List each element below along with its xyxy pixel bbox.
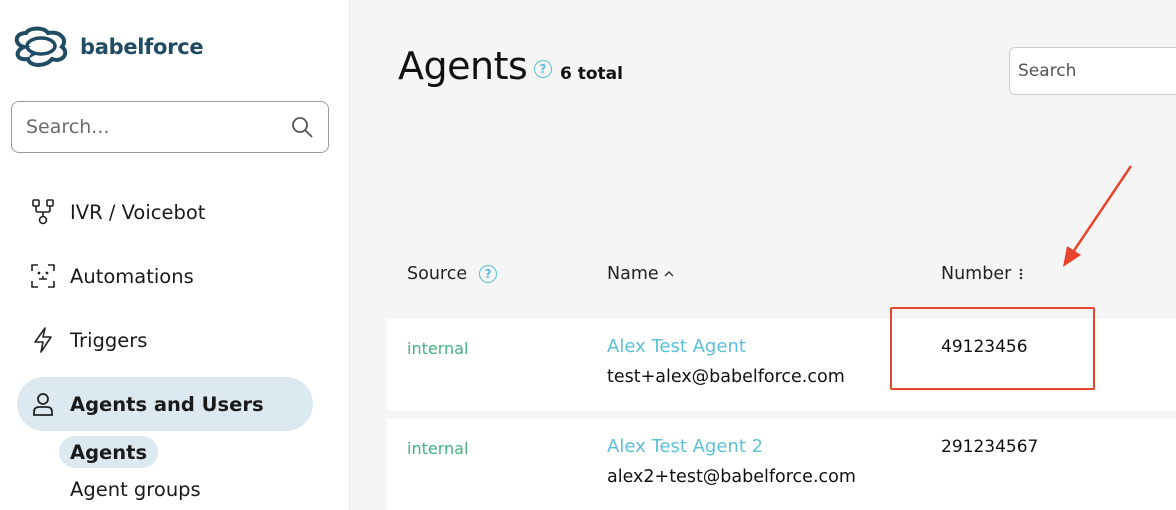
column-header-label: Source (407, 264, 468, 284)
row-agent-email: alex2+test@babelforce.com (607, 467, 856, 487)
sidebar-item-agents-and-users[interactable]: Agents and Users (17, 377, 313, 431)
babelforce-logo-icon (14, 26, 68, 67)
row-agent-name[interactable]: Alex Test Agent 2 (607, 436, 763, 457)
help-icon[interactable]: ? (534, 60, 552, 78)
table-row[interactable]: internal Alex Test Agent 2 alex2+test@ba… (387, 419, 1176, 510)
column-header-label: Name (607, 264, 659, 284)
page-title: Agents (398, 44, 528, 88)
annotation-arrow-icon (1063, 165, 1133, 267)
lightning-icon (29, 326, 57, 354)
row-source: internal (407, 439, 469, 458)
column-header-label: Number (941, 264, 1012, 284)
column-header-number[interactable]: Number (941, 264, 1026, 284)
brand-logo[interactable]: babelforce (10, 25, 204, 69)
sidebar: babelforce IVR / Voicebot (0, 0, 350, 510)
sidebar-item-label: Agents and Users (70, 392, 264, 416)
column-header-name[interactable]: Name (607, 264, 676, 284)
user-icon (29, 390, 57, 418)
total-count: 6 total (560, 64, 623, 84)
sidebar-item-label: Triggers (70, 328, 148, 352)
sidebar-item-triggers[interactable]: Triggers (17, 313, 313, 367)
row-source: internal (407, 339, 469, 358)
sidebar-item-label: Automations (70, 264, 194, 288)
sidebar-subitem-agent-groups[interactable]: Agent groups (59, 473, 212, 505)
sidebar-item-label: IVR / Voicebot (70, 200, 206, 224)
sidebar-search[interactable] (11, 101, 329, 153)
sidebar-search-input[interactable] (26, 116, 290, 138)
search-icon[interactable] (290, 115, 314, 139)
automation-icon (29, 262, 57, 290)
brand-name: babelforce (80, 35, 204, 59)
sidebar-item-automations[interactable]: Automations (17, 249, 313, 303)
flow-icon (29, 198, 57, 226)
agents-search[interactable] (1009, 47, 1176, 95)
column-header-source[interactable]: Source ? (407, 264, 498, 284)
row-agent-number: 291234567 (941, 437, 1039, 457)
sidebar-subitem-agents[interactable]: Agents (59, 436, 159, 468)
annotation-highlight-box (890, 307, 1095, 390)
more-vertical-icon[interactable] (1016, 266, 1026, 282)
sidebar-item-ivr-voicebot[interactable]: IVR / Voicebot (17, 185, 313, 239)
agents-search-input[interactable] (1018, 61, 1176, 81)
help-icon[interactable]: ? (479, 265, 498, 283)
sort-ascending-icon[interactable] (662, 267, 676, 281)
row-agent-email: test+alex@babelforce.com (607, 367, 845, 387)
row-agent-name[interactable]: Alex Test Agent (607, 336, 746, 357)
